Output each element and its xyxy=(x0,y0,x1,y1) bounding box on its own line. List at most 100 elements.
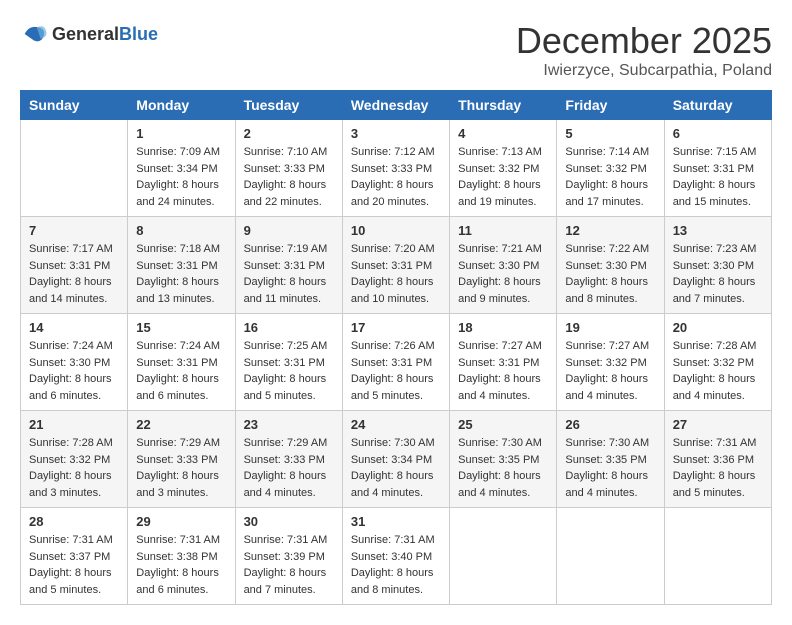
day-number: 3 xyxy=(351,126,441,141)
day-number: 13 xyxy=(673,223,763,238)
sunrise-text: Sunrise: 7:10 AM xyxy=(244,144,334,161)
page-header: GeneralBlue December 2025 Iwierzyce, Sub… xyxy=(20,20,772,80)
day-info: Sunrise: 7:24 AMSunset: 3:31 PMDaylight:… xyxy=(136,338,226,404)
day-info: Sunrise: 7:29 AMSunset: 3:33 PMDaylight:… xyxy=(244,435,334,501)
sunrise-text: Sunrise: 7:19 AM xyxy=(244,241,334,258)
daylight-text: Daylight: 8 hours and 3 minutes. xyxy=(29,468,119,501)
daylight-text: Daylight: 8 hours and 5 minutes. xyxy=(244,371,334,404)
daylight-text: Daylight: 8 hours and 15 minutes. xyxy=(673,177,763,210)
day-number: 27 xyxy=(673,417,763,432)
day-number: 8 xyxy=(136,223,226,238)
daylight-text: Daylight: 8 hours and 11 minutes. xyxy=(244,274,334,307)
daylight-text: Daylight: 8 hours and 20 minutes. xyxy=(351,177,441,210)
table-row: 8Sunrise: 7:18 AMSunset: 3:31 PMDaylight… xyxy=(128,217,235,314)
sunset-text: Sunset: 3:31 PM xyxy=(136,258,226,275)
day-info: Sunrise: 7:12 AMSunset: 3:33 PMDaylight:… xyxy=(351,144,441,210)
daylight-text: Daylight: 8 hours and 5 minutes. xyxy=(673,468,763,501)
daylight-text: Daylight: 8 hours and 5 minutes. xyxy=(351,371,441,404)
sunset-text: Sunset: 3:32 PM xyxy=(565,161,655,178)
sunrise-text: Sunrise: 7:29 AM xyxy=(244,435,334,452)
table-row: 30Sunrise: 7:31 AMSunset: 3:39 PMDayligh… xyxy=(235,508,342,605)
day-info: Sunrise: 7:31 AMSunset: 3:36 PMDaylight:… xyxy=(673,435,763,501)
day-info: Sunrise: 7:21 AMSunset: 3:30 PMDaylight:… xyxy=(458,241,548,307)
sunset-text: Sunset: 3:30 PM xyxy=(673,258,763,275)
sunset-text: Sunset: 3:39 PM xyxy=(244,549,334,566)
table-row: 18Sunrise: 7:27 AMSunset: 3:31 PMDayligh… xyxy=(450,314,557,411)
day-number: 9 xyxy=(244,223,334,238)
sunrise-text: Sunrise: 7:31 AM xyxy=(244,532,334,549)
sunset-text: Sunset: 3:33 PM xyxy=(244,161,334,178)
sunrise-text: Sunrise: 7:21 AM xyxy=(458,241,548,258)
table-row xyxy=(664,508,771,605)
header-sunday: Sunday xyxy=(21,91,128,120)
header-thursday: Thursday xyxy=(450,91,557,120)
table-row xyxy=(557,508,664,605)
sunrise-text: Sunrise: 7:26 AM xyxy=(351,338,441,355)
daylight-text: Daylight: 8 hours and 4 minutes. xyxy=(351,468,441,501)
sunrise-text: Sunrise: 7:27 AM xyxy=(565,338,655,355)
table-row xyxy=(450,508,557,605)
daylight-text: Daylight: 8 hours and 6 minutes. xyxy=(29,371,119,404)
day-info: Sunrise: 7:09 AMSunset: 3:34 PMDaylight:… xyxy=(136,144,226,210)
daylight-text: Daylight: 8 hours and 8 minutes. xyxy=(565,274,655,307)
sunset-text: Sunset: 3:32 PM xyxy=(565,355,655,372)
header-friday: Friday xyxy=(557,91,664,120)
calendar-week-row: 1Sunrise: 7:09 AMSunset: 3:34 PMDaylight… xyxy=(21,120,772,217)
sunset-text: Sunset: 3:34 PM xyxy=(351,452,441,469)
calendar-table: Sunday Monday Tuesday Wednesday Thursday… xyxy=(20,90,772,605)
sunrise-text: Sunrise: 7:22 AM xyxy=(565,241,655,258)
table-row: 27 Sunrise: 7:31 AMSunset: 3:36 PMDayligh… xyxy=(664,411,771,508)
day-info: Sunrise: 7:14 AMSunset: 3:32 PMDaylight:… xyxy=(565,144,655,210)
sunset-text: Sunset: 3:36 PM xyxy=(673,452,763,469)
daylight-text: Daylight: 8 hours and 4 minutes. xyxy=(458,371,548,404)
day-info: Sunrise: 7:13 AMSunset: 3:32 PMDaylight:… xyxy=(458,144,548,210)
sunrise-text: Sunrise: 7:25 AM xyxy=(244,338,334,355)
day-number: 15 xyxy=(136,320,226,335)
day-number: 10 xyxy=(351,223,441,238)
sunset-text: Sunset: 3:31 PM xyxy=(244,355,334,372)
day-number: 12 xyxy=(565,223,655,238)
day-number: 31 xyxy=(351,514,441,529)
table-row: 2Sunrise: 7:10 AMSunset: 3:33 PMDaylight… xyxy=(235,120,342,217)
table-row: 20Sunrise: 7:28 AMSunset: 3:32 PMDayligh… xyxy=(664,314,771,411)
sunrise-text: Sunrise: 7:24 AM xyxy=(136,338,226,355)
logo: GeneralBlue xyxy=(20,20,158,48)
sunset-text: Sunset: 3:37 PM xyxy=(29,549,119,566)
calendar-week-row: 21Sunrise: 7:28 AMSunset: 3:32 PMDayligh… xyxy=(21,411,772,508)
logo-general: General xyxy=(52,24,119,44)
table-row: 14Sunrise: 7:24 AMSunset: 3:30 PMDayligh… xyxy=(21,314,128,411)
header-monday: Monday xyxy=(128,91,235,120)
day-info: Sunrise: 7:10 AMSunset: 3:33 PMDaylight:… xyxy=(244,144,334,210)
sunset-text: Sunset: 3:38 PM xyxy=(136,549,226,566)
calendar-week-row: 7Sunrise: 7:17 AMSunset: 3:31 PMDaylight… xyxy=(21,217,772,314)
day-info: Sunrise: 7:25 AMSunset: 3:31 PMDaylight:… xyxy=(244,338,334,404)
daylight-text: Daylight: 8 hours and 7 minutes. xyxy=(673,274,763,307)
sunset-text: Sunset: 3:35 PM xyxy=(458,452,548,469)
sunrise-text: Sunrise: 7:28 AM xyxy=(29,435,119,452)
day-info: Sunrise: 7:27 AMSunset: 3:31 PMDaylight:… xyxy=(458,338,548,404)
header-saturday: Saturday xyxy=(664,91,771,120)
sunset-text: Sunset: 3:31 PM xyxy=(136,355,226,372)
day-number: 16 xyxy=(244,320,334,335)
daylight-text: Daylight: 8 hours and 4 minutes. xyxy=(565,371,655,404)
sunrise-text: Sunrise: 7:31 AM xyxy=(29,532,119,549)
day-info: Sunrise: 7:31 AMSunset: 3:39 PMDaylight:… xyxy=(244,532,334,598)
day-number: 25 xyxy=(458,417,548,432)
day-info: Sunrise: 7:22 AMSunset: 3:30 PMDaylight:… xyxy=(565,241,655,307)
day-number: 17 xyxy=(351,320,441,335)
calendar-week-row: 14Sunrise: 7:24 AMSunset: 3:30 PMDayligh… xyxy=(21,314,772,411)
table-row: 12 Sunrise: 7:22 AMSunset: 3:30 PMDayligh… xyxy=(557,217,664,314)
table-row: 16 Sunrise: 7:25 AMSunset: 3:31 PMDayligh… xyxy=(235,314,342,411)
table-row: 19Sunrise: 7:27 AMSunset: 3:32 PMDayligh… xyxy=(557,314,664,411)
daylight-text: Daylight: 8 hours and 13 minutes. xyxy=(136,274,226,307)
table-row: 25Sunrise: 7:30 AMSunset: 3:35 PMDayligh… xyxy=(450,411,557,508)
day-number: 4 xyxy=(458,126,548,141)
daylight-text: Daylight: 8 hours and 4 minutes. xyxy=(673,371,763,404)
day-number: 14 xyxy=(29,320,119,335)
sunrise-text: Sunrise: 7:23 AM xyxy=(673,241,763,258)
sunset-text: Sunset: 3:32 PM xyxy=(29,452,119,469)
daylight-text: Daylight: 8 hours and 3 minutes. xyxy=(136,468,226,501)
sunset-text: Sunset: 3:31 PM xyxy=(673,161,763,178)
location-subtitle: Iwierzyce, Subcarpathia, Poland xyxy=(516,62,772,80)
sunrise-text: Sunrise: 7:30 AM xyxy=(351,435,441,452)
